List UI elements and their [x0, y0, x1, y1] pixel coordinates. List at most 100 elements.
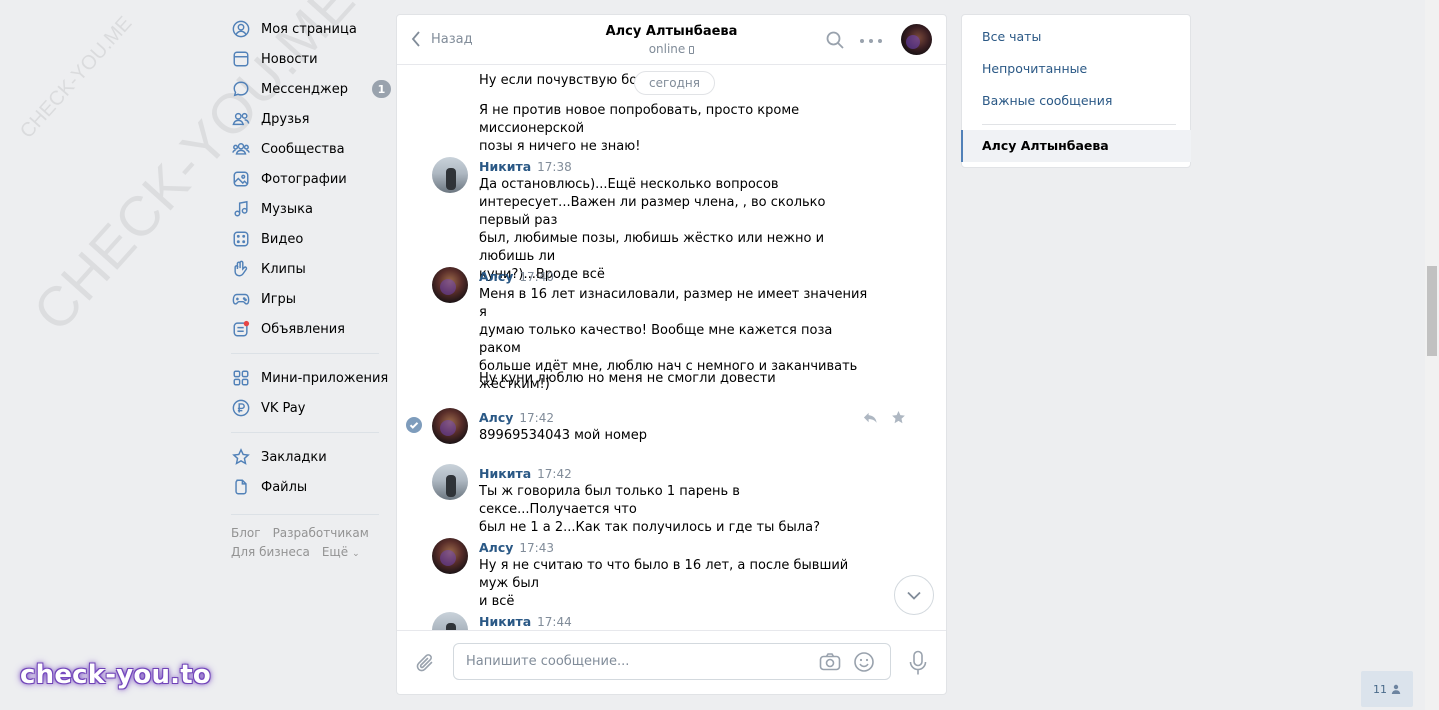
filter-unread[interactable]: Непрочитанные: [982, 61, 1087, 76]
nav-label: Закладки: [261, 449, 327, 465]
scroll-to-bottom-button[interactable]: [894, 575, 934, 615]
avatar[interactable]: [432, 612, 468, 631]
ads-icon: [231, 319, 251, 339]
user-circle-icon: [231, 19, 251, 39]
person-icon: [1391, 684, 1401, 694]
nav-item-photos[interactable]: Фотографии: [231, 164, 391, 194]
scrollbar-thumb[interactable]: [1427, 266, 1437, 356]
footer-link-more[interactable]: Ещё ⌄: [322, 545, 360, 559]
message-line: Меня в 16 лет изнасиловали, размер не им…: [479, 287, 868, 320]
check-icon[interactable]: [406, 417, 422, 433]
message-time[interactable]: 17:42: [519, 411, 554, 425]
message-actions: [863, 410, 906, 425]
star-icon[interactable]: [891, 410, 906, 425]
nav-item-communities[interactable]: Сообщества: [231, 134, 391, 164]
file-icon: [231, 477, 251, 497]
message-line: был не 1 а 2...Как так получилось и где …: [479, 520, 820, 535]
filter-all-chats[interactable]: Все чаты: [982, 29, 1041, 44]
message-history[interactable]: Ну если почувствую боль сегодня Я не про…: [397, 66, 946, 631]
paperclip-icon[interactable]: [415, 652, 437, 674]
chat-header: Назад Алсу Алтынбаева online: [397, 15, 946, 65]
message-author[interactable]: Алсу: [479, 410, 513, 425]
nav-item-clips[interactable]: Клипы: [231, 254, 391, 284]
left-navigation: Моя страница Новости Мессенджер 1 Друзья…: [231, 14, 391, 564]
music-icon: [231, 199, 251, 219]
nav-label: Друзья: [261, 111, 310, 127]
message-time[interactable]: 17:43: [519, 541, 554, 555]
footer-link-blog[interactable]: Блог: [231, 526, 261, 540]
message-meta: Никита 17:38: [479, 159, 572, 174]
message-text: Да остановлюсь)...Ещё несколько вопросов…: [479, 176, 874, 284]
footer-link-business[interactable]: Для бизнеса: [231, 545, 310, 559]
nav-label: Мини-приложения: [261, 370, 389, 386]
nav-label: Новости: [261, 51, 318, 67]
message-time[interactable]: 17:42: [537, 467, 572, 481]
nav-item-games[interactable]: Игры: [231, 284, 391, 314]
message-author[interactable]: Алсу: [479, 269, 513, 284]
nav-item-music[interactable]: Музыка: [231, 194, 391, 224]
message-author[interactable]: Алсу: [479, 540, 513, 555]
chevron-down-icon: [907, 591, 921, 600]
nav-item-files[interactable]: Файлы: [231, 472, 391, 502]
nav-label: Сообщества: [261, 141, 345, 157]
avatar[interactable]: [432, 538, 468, 574]
nav-label: Мессенджер: [261, 81, 348, 97]
message-time[interactable]: 17:40: [519, 270, 554, 284]
active-chat-item[interactable]: Алсу Алтынбаева: [961, 130, 1191, 162]
message-line: интересует...Важен ли размер члена, , во…: [479, 195, 826, 228]
message-time[interactable]: 17:44: [537, 615, 572, 629]
nav-divider: [231, 514, 379, 515]
emoji-icon[interactable]: [853, 651, 875, 673]
message-text: Я не против новое попробовать, просто кр…: [479, 102, 874, 156]
message-input-box: [453, 643, 891, 680]
nav-label: Музыка: [261, 201, 313, 217]
watermark-logo: check-you.to: [20, 660, 211, 690]
message-input[interactable]: [466, 644, 806, 679]
unread-badge: 1: [372, 80, 391, 98]
microphone-icon[interactable]: [908, 650, 928, 676]
peer-status-text: online: [648, 42, 686, 56]
nav-item-news[interactable]: Новости: [231, 44, 391, 74]
nav-label: Файлы: [261, 479, 308, 495]
apps-grid-icon: [231, 368, 251, 388]
ruble-icon: [231, 398, 251, 418]
avatar[interactable]: [432, 267, 468, 303]
nav-item-my-page[interactable]: Моя страница: [231, 14, 391, 44]
message-author[interactable]: Никита: [479, 614, 531, 629]
nav-item-friends[interactable]: Друзья: [231, 104, 391, 134]
message-line: Я не против новое попробовать, просто кр…: [479, 103, 800, 136]
nav-item-messenger[interactable]: Мессенджер 1: [231, 74, 391, 104]
nav-item-video[interactable]: Видео: [231, 224, 391, 254]
nav-item-mini-apps[interactable]: Мини-приложения: [231, 363, 391, 393]
online-friends-counter[interactable]: 11: [1361, 671, 1413, 707]
footer-link-developers[interactable]: Разработчикам: [273, 526, 369, 540]
message-author[interactable]: Никита: [479, 466, 531, 481]
news-icon: [231, 49, 251, 69]
peer-avatar[interactable]: [901, 24, 932, 55]
message-composer: [397, 630, 946, 694]
reply-icon[interactable]: [863, 410, 878, 425]
message-text: Ты ж говорила был только 1 парень в секс…: [479, 483, 874, 537]
chat-bubble-icon: [231, 79, 251, 99]
message-line: думаю только качество! Вообще мне кажетс…: [479, 323, 833, 356]
avatar[interactable]: [432, 157, 468, 193]
message-meta: Алсу 17:42: [479, 410, 554, 425]
nav-item-vk-pay[interactable]: VK Pay: [231, 393, 391, 423]
more-icon[interactable]: [860, 37, 882, 45]
online-count: 11: [1373, 682, 1387, 696]
avatar[interactable]: [432, 408, 468, 444]
footer-more-label: Ещё: [321, 545, 349, 559]
message-author[interactable]: Никита: [479, 159, 531, 174]
message-time[interactable]: 17:38: [537, 160, 572, 174]
nav-item-ads[interactable]: Объявления: [231, 314, 391, 344]
mobile-icon: [689, 45, 695, 54]
friends-icon: [231, 109, 251, 129]
camera-icon[interactable]: [819, 652, 841, 672]
nav-item-bookmarks[interactable]: Закладки: [231, 442, 391, 472]
search-icon[interactable]: [825, 30, 845, 50]
avatar[interactable]: [432, 464, 468, 500]
message-meta: Алсу 17:40: [479, 269, 554, 284]
filter-important[interactable]: Важные сообщения: [982, 93, 1112, 108]
message-text: Ну я не считаю то что было в 16 лет, а п…: [479, 557, 874, 611]
page-scrollbar[interactable]: [1425, 0, 1439, 710]
